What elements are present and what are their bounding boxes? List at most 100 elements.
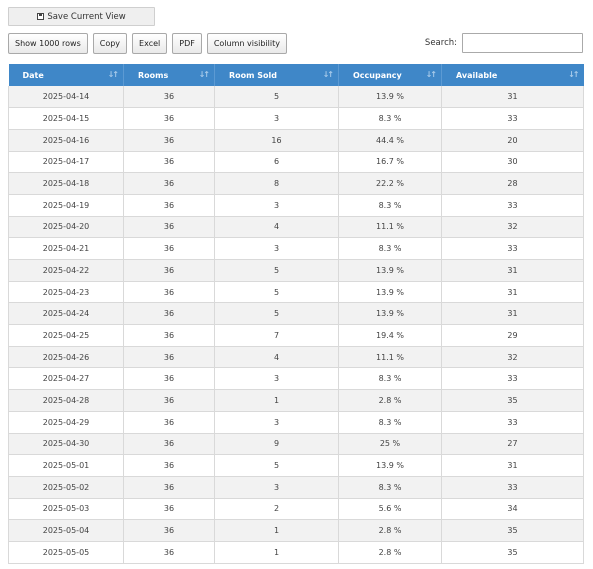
cell-rooms: 36 xyxy=(123,433,215,456)
cell-available: 33 xyxy=(441,237,584,260)
table-row: 2025-04-21 36 3 8.3 % 33 xyxy=(8,237,584,260)
cell-date: 2025-04-25 xyxy=(8,324,124,347)
cell-date: 2025-04-14 xyxy=(8,86,124,109)
table-row: 2025-04-29 36 3 8.3 % 33 xyxy=(8,411,584,434)
cell-rooms: 36 xyxy=(123,367,215,391)
column-header-label: Room Sold xyxy=(229,70,277,80)
cell-occupancy: 2.8 % xyxy=(338,541,442,564)
column-header-occupancy[interactable]: Occupancy ↓↑ xyxy=(338,64,442,86)
cell-rooms: 36 xyxy=(123,107,215,130)
show-rows-button[interactable]: Show 1000 rows xyxy=(8,33,88,54)
sort-icon: ↓↑ xyxy=(568,70,579,79)
table-row: 2025-04-22 36 5 13.9 % 31 xyxy=(8,259,584,282)
cell-available: 27 xyxy=(441,433,584,456)
cell-rooms: 36 xyxy=(123,411,215,434)
cell-room-sold: 2 xyxy=(214,498,339,521)
cell-available: 20 xyxy=(441,129,584,152)
cell-room-sold: 4 xyxy=(214,216,339,239)
cell-available: 35 xyxy=(441,389,584,412)
cell-occupancy: 8.3 % xyxy=(338,237,442,260)
cell-room-sold: 9 xyxy=(214,433,339,456)
cell-rooms: 36 xyxy=(123,86,215,109)
cell-date: 2025-05-05 xyxy=(8,541,124,564)
cell-date: 2025-04-22 xyxy=(8,259,124,282)
cell-room-sold: 16 xyxy=(214,129,339,152)
cell-date: 2025-04-15 xyxy=(8,107,124,130)
cell-available: 29 xyxy=(441,324,584,347)
cell-date: 2025-04-27 xyxy=(8,367,124,391)
table-row: 2025-04-25 36 7 19.4 % 29 xyxy=(8,324,584,347)
table-row: 2025-04-17 36 6 16.7 % 30 xyxy=(8,151,584,174)
column-header-available[interactable]: Available ↓↑ xyxy=(441,64,584,86)
search-label: Search: xyxy=(424,38,457,48)
table-row: 2025-04-27 36 3 8.3 % 33 xyxy=(8,367,584,391)
cell-rooms: 36 xyxy=(123,541,215,564)
cell-occupancy: 16.7 % xyxy=(338,151,442,174)
column-header-room-sold[interactable]: Room Sold ↓↑ xyxy=(214,64,339,86)
cell-date: 2025-04-26 xyxy=(8,346,124,369)
table-row: 2025-04-28 36 1 2.8 % 35 xyxy=(8,389,584,412)
table-row: 2025-04-14 36 5 13.9 % 31 xyxy=(8,86,584,109)
table-row: 2025-04-19 36 3 8.3 % 33 xyxy=(8,194,584,217)
cell-room-sold: 1 xyxy=(214,519,339,542)
column-header-label: Occupancy xyxy=(353,70,402,80)
cell-rooms: 36 xyxy=(123,172,215,195)
cell-available: 31 xyxy=(441,281,584,304)
cell-date: 2025-05-03 xyxy=(8,498,124,521)
cell-available: 33 xyxy=(441,194,584,217)
pdf-button[interactable]: PDF xyxy=(172,33,202,54)
cell-date: 2025-04-17 xyxy=(8,151,124,174)
column-header-label: Available xyxy=(456,70,498,80)
cell-occupancy: 8.3 % xyxy=(338,411,442,434)
column-visibility-button[interactable]: Column visibility xyxy=(206,33,287,54)
column-header-rooms[interactable]: Rooms ↓↑ xyxy=(123,64,215,86)
sort-icon: ↓↑ xyxy=(322,70,334,79)
save-current-view-button[interactable]: Save Current View xyxy=(8,7,155,26)
table-row: 2025-04-15 36 3 8.3 % 33 xyxy=(8,107,584,130)
column-header-date[interactable]: Date ↓↑ xyxy=(8,64,124,86)
table-row: 2025-04-20 36 4 11.1 % 32 xyxy=(8,216,584,239)
cell-occupancy: 2.8 % xyxy=(338,389,442,412)
occupancy-table: Date ↓↑ Rooms ↓↑ Room Sold ↓↑ Occupancy ↓↑ A… xyxy=(8,64,584,564)
cell-room-sold: 3 xyxy=(214,367,339,391)
cell-available: 31 xyxy=(441,454,584,477)
cell-occupancy: 19.4 % xyxy=(338,324,442,347)
cell-room-sold: 5 xyxy=(214,86,339,109)
cell-room-sold: 3 xyxy=(214,194,339,217)
table-row: 2025-04-16 36 16 44.4 % 20 xyxy=(8,129,584,152)
cell-occupancy: 13.9 % xyxy=(338,281,442,304)
cell-room-sold: 1 xyxy=(214,541,339,564)
table-row: 2025-05-03 36 2 5.6 % 34 xyxy=(8,498,584,521)
cell-rooms: 36 xyxy=(123,498,215,521)
cell-room-sold: 5 xyxy=(214,302,339,326)
cell-occupancy: 8.3 % xyxy=(338,107,442,130)
cell-occupancy: 13.9 % xyxy=(338,86,442,109)
table-toolbar: Show 1000 rows Copy Excel PDF Column vis… xyxy=(8,33,287,54)
cell-date: 2025-04-30 xyxy=(8,433,124,456)
report-page: Save Current View Show 1000 rows Copy Ex… xyxy=(0,0,593,569)
column-header-label: Rooms xyxy=(138,70,169,80)
cell-rooms: 36 xyxy=(123,302,215,326)
cell-date: 2025-04-18 xyxy=(8,172,124,195)
cell-room-sold: 3 xyxy=(214,237,339,260)
cell-rooms: 36 xyxy=(123,454,215,477)
cell-rooms: 36 xyxy=(123,237,215,260)
cell-rooms: 36 xyxy=(123,389,215,412)
cell-available: 33 xyxy=(441,107,584,130)
floppy-disk-icon xyxy=(37,13,45,20)
sort-icon: ↓↑ xyxy=(198,70,210,79)
cell-available: 31 xyxy=(441,259,584,282)
cell-room-sold: 5 xyxy=(214,281,339,304)
cell-available: 35 xyxy=(441,519,584,542)
search-area: Search: xyxy=(425,33,583,53)
search-input[interactable] xyxy=(462,33,583,53)
excel-button[interactable]: Excel xyxy=(132,33,168,54)
table-row: 2025-04-30 36 9 25 % 27 xyxy=(8,433,584,456)
copy-button[interactable]: Copy xyxy=(92,33,128,54)
save-current-view-label: Save Current View xyxy=(47,11,126,22)
cell-available: 34 xyxy=(441,498,584,521)
cell-occupancy: 13.9 % xyxy=(338,454,442,477)
cell-available: 31 xyxy=(441,302,584,326)
cell-rooms: 36 xyxy=(123,519,215,542)
cell-rooms: 36 xyxy=(123,216,215,239)
